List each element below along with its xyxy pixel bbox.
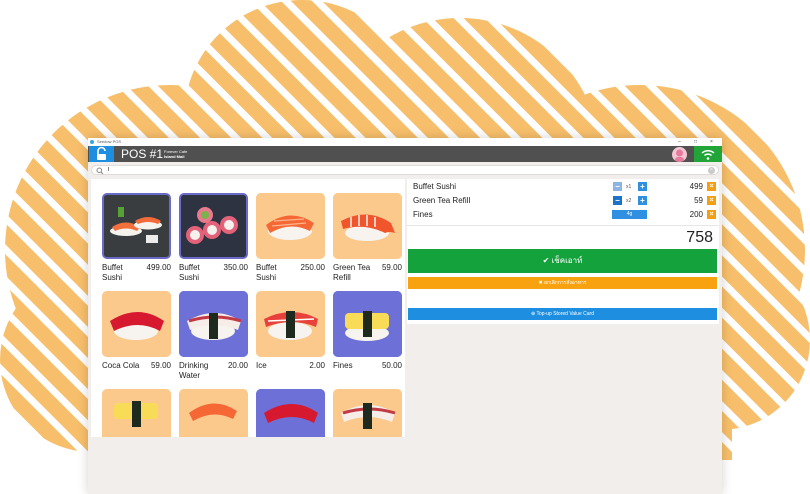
- product-name: Buffet Sushi: [256, 263, 277, 282]
- product-image-buffet-sushi: [102, 193, 171, 259]
- topup-label: Top-up Stored Value Card: [536, 311, 594, 317]
- remove-item-icon[interactable]: ×: [707, 210, 716, 219]
- product-image-buffet-sushi-rolls: [179, 193, 248, 259]
- product-image-tuna-nigiri: [102, 291, 171, 357]
- mall-name: Island Mall: [164, 154, 185, 159]
- product-price: 2.00: [309, 361, 325, 370]
- wifi-icon: [701, 149, 715, 160]
- product-price: 59.00: [150, 361, 171, 370]
- cart-item-name: Green Tea Refill: [413, 196, 471, 205]
- cancel-order-button[interactable]: ✖ ยกเลิกการสั่งอาหาร: [408, 277, 717, 289]
- clear-search-icon[interactable]: ×: [708, 167, 715, 174]
- unlock-button[interactable]: [89, 146, 114, 162]
- cart-divider: [407, 225, 719, 226]
- order-total: 758: [686, 229, 713, 246]
- product-image-shrimp-nigiri: [333, 193, 402, 259]
- product-name: Coca Cola: [102, 361, 140, 370]
- cart-item-qty: x1: [626, 184, 632, 190]
- order-cart-panel: Buffet Sushi − x1 + 499 × Green Tea Refi…: [407, 179, 719, 324]
- product-price: 250.00: [300, 263, 325, 272]
- pos-application-window: Seedow POS – □ × POS #1 Forever Cafe Isl…: [88, 138, 722, 494]
- increase-qty-button[interactable]: +: [638, 196, 647, 205]
- product-price: 50.00: [381, 361, 402, 370]
- product-name: Green Tea Refill: [333, 263, 371, 282]
- topup-stored-value-button[interactable]: ⊕ Top-up Stored Value Card: [408, 308, 717, 320]
- pos-terminal-title: POS #1: [121, 147, 164, 161]
- product-price: 59.00: [381, 263, 402, 272]
- cart-item-name: Fines: [413, 210, 433, 219]
- cancel-order-label: ยกเลิกการสั่งอาหาร: [544, 280, 587, 286]
- product-image-tamago: [102, 389, 171, 437]
- cart-item-price: 499: [689, 182, 703, 191]
- product-image-tamago-nigiri: [333, 291, 402, 357]
- product-grid: Buffet Sushi 499.00 Buffet Sushi 350.00 …: [91, 179, 405, 437]
- product-image-tuna: [256, 389, 325, 437]
- fine-weight-badge[interactable]: 4g: [612, 210, 647, 219]
- decrease-qty-button[interactable]: −: [613, 196, 622, 205]
- close-icon[interactable]: ×: [710, 138, 713, 146]
- maximize-icon[interactable]: □: [694, 138, 697, 146]
- app-logo-icon: [90, 140, 94, 144]
- checkout-label: เช็คเอาท์: [551, 256, 583, 265]
- product-search-bar[interactable]: ×: [91, 165, 719, 175]
- decrease-qty-button[interactable]: −: [613, 182, 622, 191]
- pos-header: POS #1 Forever Cafe Island Mall: [88, 146, 722, 162]
- product-price: 499.00: [146, 263, 171, 272]
- product-name: Drinking Water: [179, 361, 209, 380]
- search-input[interactable]: [108, 166, 688, 174]
- product-price: 350.00: [223, 263, 248, 272]
- product-image-octopus-nigiri: [179, 291, 248, 357]
- check-icon: ✔: [542, 256, 550, 265]
- user-avatar[interactable]: [672, 147, 687, 162]
- window-title: Seedow POS: [97, 139, 122, 144]
- product-image-octopus: [333, 389, 402, 437]
- cart-item[interactable]: Green Tea Refill − x2 + 59 ×: [407, 195, 719, 207]
- product-name: Ice: [256, 361, 267, 370]
- store-location: Forever Cafe Island Mall: [164, 149, 187, 159]
- product-image-salmon: [179, 389, 248, 437]
- product-image-crab-nigiri: [256, 291, 325, 357]
- cart-item[interactable]: Fines 4g 200 ×: [407, 209, 719, 221]
- minimize-icon[interactable]: –: [678, 138, 681, 146]
- search-icon: [96, 167, 104, 175]
- product-name: Buffet Sushi: [179, 263, 200, 282]
- screenshot-stage: Seedow POS – □ × POS #1 Forever Cafe Isl…: [0, 0, 810, 494]
- product-image-salmon-nigiri: [256, 193, 325, 259]
- cart-item[interactable]: Buffet Sushi − x1 + 499 ×: [407, 181, 719, 193]
- cart-item-qty: x2: [626, 198, 632, 204]
- product-name: Buffet Sushi: [102, 263, 123, 282]
- cart-item-price: 59: [694, 196, 703, 205]
- increase-qty-button[interactable]: +: [638, 182, 647, 191]
- plus-circle-icon: ⊕: [531, 311, 536, 317]
- checkout-button[interactable]: ✔ เช็คเอาท์: [408, 249, 717, 273]
- window-titlebar: Seedow POS – □ ×: [88, 138, 722, 146]
- product-price: 20.00: [227, 361, 248, 370]
- product-name: Fines: [333, 361, 353, 370]
- cart-item-name: Buffet Sushi: [413, 182, 456, 191]
- unlock-icon: [97, 146, 106, 160]
- wifi-status-button[interactable]: [694, 146, 722, 162]
- cancel-icon: ✖: [538, 280, 543, 286]
- remove-item-icon[interactable]: ×: [707, 182, 716, 191]
- remove-item-icon[interactable]: ×: [707, 196, 716, 205]
- cart-item-price: 200: [689, 210, 703, 219]
